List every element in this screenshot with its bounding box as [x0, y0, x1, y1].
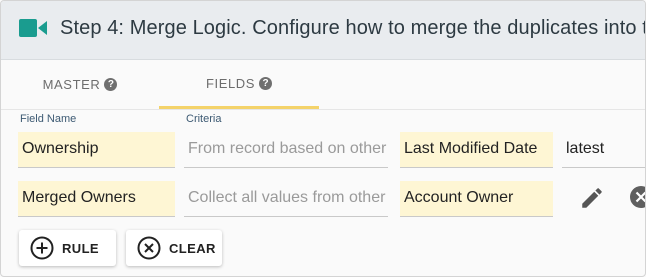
video-camera-icon — [19, 17, 49, 44]
criteria-input[interactable]: From record based on other — [184, 132, 388, 168]
tab-fields[interactable]: FIELDS ? — [159, 60, 319, 109]
tab-bar: MASTER ? FIELDS ? — [1, 60, 645, 110]
step-header: Step 4: Merge Logic. Configure how to me… — [1, 1, 645, 60]
based-on-field-select[interactable]: Last Modified Date — [400, 132, 553, 168]
tab-master[interactable]: MASTER ? — [1, 60, 159, 109]
clear-circle-icon — [137, 236, 161, 260]
field-name-input[interactable]: Merged Owners — [18, 181, 175, 217]
edit-icon[interactable] — [579, 185, 605, 216]
add-rule-button[interactable]: RULE — [19, 230, 116, 266]
field-name-input[interactable]: Ownership — [18, 132, 175, 168]
merge-logic-panel: Step 4: Merge Logic. Configure how to me… — [0, 0, 646, 277]
add-circle-icon — [30, 236, 54, 260]
value-select[interactable]: latest — [562, 132, 645, 168]
column-header-field-name: Field Name — [20, 113, 77, 125]
column-header-criteria: Criteria — [186, 113, 222, 125]
help-icon[interactable]: ? — [104, 78, 118, 91]
tab-fields-label: FIELDS — [205, 75, 256, 91]
based-on-field-select[interactable]: Account Owner — [400, 181, 553, 217]
remove-icon[interactable] — [629, 185, 645, 214]
criteria-input[interactable]: Collect all values from other — [184, 181, 388, 217]
clear-label: CLEAR — [169, 240, 216, 256]
step-title: Step 4: Merge Logic. Configure how to me… — [60, 17, 645, 39]
help-icon[interactable]: ? — [259, 76, 273, 90]
tab-master-label: MASTER — [42, 77, 101, 92]
add-rule-label: RULE — [62, 240, 99, 256]
clear-button[interactable]: CLEAR — [126, 230, 222, 266]
